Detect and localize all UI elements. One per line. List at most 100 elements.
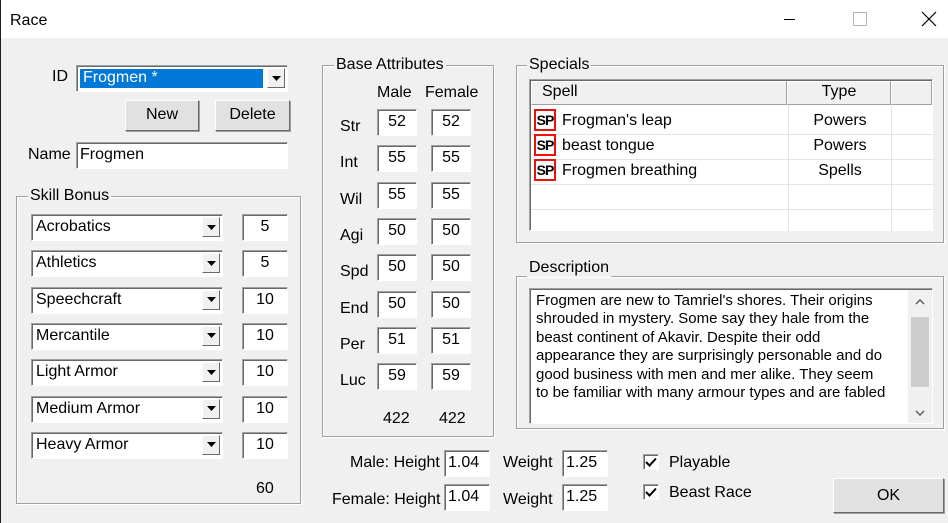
female-attribute-input[interactable]: 50 xyxy=(431,254,471,282)
skill-name: Athletics xyxy=(36,254,97,272)
empty-column-header xyxy=(891,81,932,105)
chevron-down-icon xyxy=(206,297,216,303)
name-input[interactable]: Frogmen xyxy=(76,142,288,169)
female-attribute-input[interactable]: 52 xyxy=(431,109,471,136)
id-label: ID xyxy=(52,68,68,85)
maximize-button[interactable] xyxy=(837,0,883,38)
female-column-header: Female xyxy=(425,84,479,101)
male-attribute-input[interactable]: 59 xyxy=(377,363,417,391)
male-attribute-input[interactable]: 50 xyxy=(377,254,417,282)
spell-row[interactable]: SP Frogman's leap Powers xyxy=(530,109,932,134)
spell-row[interactable]: SP beast tongue Powers xyxy=(530,134,932,159)
description-line: good business with men and mer alike. Th… xyxy=(536,365,874,383)
skill-bonus-input[interactable]: 10 xyxy=(242,395,288,423)
skill-name: Acrobatics xyxy=(36,218,111,235)
skill-combobox[interactable]: Athletics xyxy=(31,250,223,278)
male-attribute-input[interactable]: 52 xyxy=(377,109,417,136)
base-attributes-title: Base Attributes xyxy=(334,56,446,74)
skill-bonus-input[interactable]: 5 xyxy=(242,250,288,278)
female-attribute-total: 422 xyxy=(439,410,466,427)
male-attribute-input[interactable]: 50 xyxy=(377,290,417,318)
playable-checkbox[interactable] xyxy=(643,454,659,470)
male-attribute-input[interactable]: 51 xyxy=(377,326,417,354)
female-weight-input[interactable]: 1.25 xyxy=(562,484,608,511)
female-attribute-input[interactable]: 50 xyxy=(431,217,471,245)
skill-dropdown-button[interactable] xyxy=(202,253,220,274)
description-scrollbar[interactable] xyxy=(908,290,932,423)
skill-name: Speechcraft xyxy=(36,290,122,308)
chevron-down-icon xyxy=(206,406,216,411)
attribute-label: Str xyxy=(340,118,361,135)
description-textarea[interactable]: Frogmen are new to Tamriel's shores. The… xyxy=(529,288,933,424)
attribute-label: Luc xyxy=(340,372,366,390)
skill-combobox[interactable]: Mercantile xyxy=(31,322,223,350)
male-attribute-input[interactable]: 50 xyxy=(377,217,417,245)
playable-label[interactable]: Playable xyxy=(669,453,730,473)
skill-dropdown-button[interactable] xyxy=(202,362,220,383)
skill-bonus-input[interactable]: 10 xyxy=(242,359,288,387)
attribute-label: Agi xyxy=(340,226,364,244)
male-height-input[interactable]: 1.04 xyxy=(444,450,490,477)
delete-button[interactable]: Delete xyxy=(215,100,290,131)
male-attribute-input[interactable]: 55 xyxy=(377,181,417,209)
male-attribute-input[interactable]: 55 xyxy=(377,145,417,173)
skill-bonus-total: 60 xyxy=(256,480,274,497)
attribute-label: Per xyxy=(340,335,365,353)
skill-dropdown-button[interactable] xyxy=(202,325,220,346)
spell-type: Powers xyxy=(813,112,867,129)
checkmark-icon xyxy=(645,457,657,467)
skill-combobox[interactable]: Acrobatics xyxy=(31,214,223,241)
female-attribute-input[interactable]: 59 xyxy=(431,363,471,391)
specials-title: Specials xyxy=(527,56,592,74)
maximize-icon xyxy=(853,12,867,26)
skill-bonus-input[interactable]: 10 xyxy=(242,431,288,459)
female-attribute-input[interactable]: 51 xyxy=(431,326,471,354)
female-attribute-input[interactable]: 50 xyxy=(431,290,471,318)
spell-type: Spells xyxy=(818,162,862,179)
skill-combobox[interactable]: Heavy Armor xyxy=(31,431,223,459)
skill-dropdown-button[interactable] xyxy=(202,434,220,455)
ok-button[interactable]: OK xyxy=(833,478,944,513)
spell-icon: SP xyxy=(534,109,556,131)
id-dropdown-button[interactable] xyxy=(267,68,285,88)
checkmark-icon xyxy=(645,487,657,497)
spell-type: Powers xyxy=(813,137,867,154)
skill-bonus-input[interactable]: 10 xyxy=(242,322,288,350)
skill-bonus-input[interactable]: 5 xyxy=(242,214,288,241)
skill-name: Mercantile xyxy=(36,326,110,344)
female-attribute-input[interactable]: 55 xyxy=(431,145,471,173)
skill-combobox[interactable]: Medium Armor xyxy=(31,395,223,423)
description-line: Frogmen are new to Tamriel's shores. The… xyxy=(536,292,873,309)
close-icon xyxy=(921,11,937,27)
chevron-down-icon xyxy=(206,333,216,339)
scroll-thumb[interactable] xyxy=(911,317,929,387)
female-attribute-input[interactable]: 55 xyxy=(431,181,471,209)
type-column-header[interactable]: Type xyxy=(787,81,891,105)
female-weight-label: Weight xyxy=(503,491,553,508)
skill-name: Medium Armor xyxy=(36,399,141,417)
female-height-label: Female: Height xyxy=(332,491,441,508)
id-combobox[interactable]: Frogmen * xyxy=(76,65,288,92)
skill-dropdown-button[interactable] xyxy=(202,289,220,310)
spell-row[interactable]: SP Frogmen breathing Spells xyxy=(530,159,932,184)
spell-icon: SP xyxy=(534,159,556,181)
close-button[interactable] xyxy=(906,0,948,38)
new-button[interactable]: New xyxy=(125,100,199,131)
male-weight-input[interactable]: 1.25 xyxy=(562,450,608,477)
attribute-label: End xyxy=(340,299,369,317)
beast-race-checkbox[interactable] xyxy=(643,484,659,500)
specials-list[interactable]: Spell Type SP Frogman's leap Powers SP beast… xyxy=(529,79,933,232)
scroll-down-icon[interactable] xyxy=(915,410,925,416)
attribute-label: Spd xyxy=(340,263,369,281)
spell-column-header[interactable]: Spell xyxy=(531,81,787,105)
skill-dropdown-button[interactable] xyxy=(202,217,220,237)
skill-dropdown-button[interactable] xyxy=(202,398,220,419)
skill-combobox[interactable]: Speechcraft xyxy=(31,286,223,314)
skill-bonus-input[interactable]: 10 xyxy=(242,286,288,314)
skill-combobox[interactable]: Light Armor xyxy=(31,359,223,387)
beast-race-label[interactable]: Beast Race xyxy=(669,483,752,503)
spell-icon: SP xyxy=(534,134,556,156)
female-height-input[interactable]: 1.04 xyxy=(444,484,490,511)
minimize-button[interactable] xyxy=(767,0,813,38)
scroll-up-icon[interactable] xyxy=(915,299,925,305)
